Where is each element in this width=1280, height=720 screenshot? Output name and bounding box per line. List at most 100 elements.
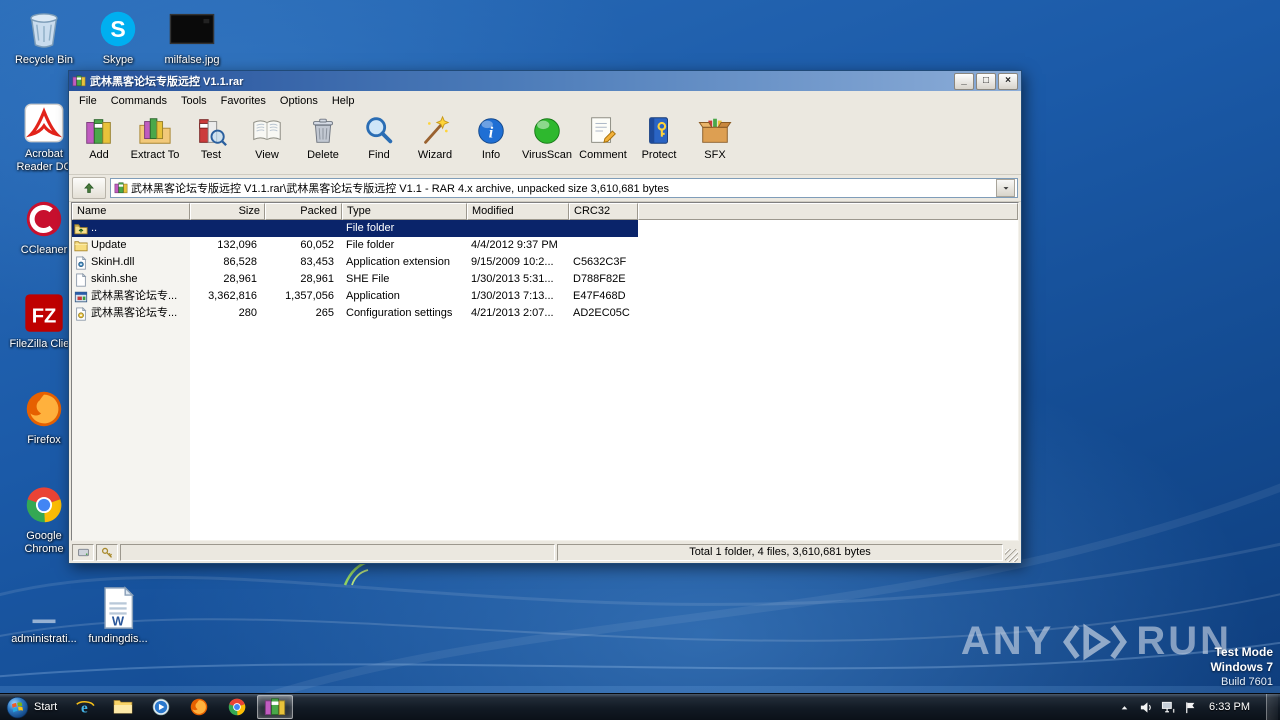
start-button[interactable]: Start — [0, 694, 66, 720]
firefox-icon — [21, 386, 67, 432]
window-minimize-button[interactable]: _ — [954, 72, 974, 90]
taskbar-button-media-player[interactable] — [143, 695, 179, 719]
taskbar: Start e 6:33 PM — [0, 693, 1280, 720]
toolbar-virusscan-button[interactable]: VirusScan — [519, 112, 575, 161]
tray-action-center-icon[interactable] — [1183, 700, 1198, 715]
key-icon — [96, 543, 118, 561]
menu-tools[interactable]: Tools — [174, 93, 214, 109]
filezilla-icon: FZ — [21, 290, 67, 336]
image-black-icon — [169, 6, 215, 52]
file-name: SkinH.dll — [91, 256, 135, 268]
toolbar-wizard-button[interactable]: Wizard — [407, 112, 463, 161]
tray-hidden-icons-icon[interactable] — [1117, 700, 1132, 715]
toolbar-view-button[interactable]: View — [239, 112, 295, 161]
toolbar-find-button[interactable]: Find — [351, 112, 407, 161]
anyrun-watermark: ANY RUN — [961, 619, 1232, 664]
test-mode-label: Test Mode Windows 7 Build 7601 — [1210, 645, 1273, 689]
taskbar-clock[interactable]: 6:33 PM — [1205, 701, 1259, 713]
ie-icon: e — [74, 696, 96, 718]
menu-options[interactable]: Options — [273, 93, 325, 109]
taskbar-button-internet-explorer[interactable]: e — [67, 695, 103, 719]
address-bar: 武林黑客论坛专版远控 V1.1.rar\武林黑客论坛专版远控 V1.1 - RA… — [69, 175, 1021, 202]
file-row-1[interactable]: Update 132,096 60,052 File folder 4/4/2012 9… — [72, 237, 638, 254]
ccleaner-icon — [21, 196, 67, 242]
tray-volume-icon[interactable] — [1139, 700, 1154, 715]
file-row-5[interactable]: 武林黑客论坛专... 280 265 Configuration settings 4/… — [72, 305, 638, 322]
taskbar-button-winrar[interactable] — [257, 695, 294, 719]
window-close-button[interactable]: × — [998, 72, 1018, 90]
wizard-icon — [418, 114, 452, 148]
toolbar-comment-button[interactable]: Comment — [575, 112, 631, 161]
desktop-icon-label: fundingdis... — [88, 633, 148, 645]
desktop-icon-word-doc[interactable]: Wfundingdis... — [82, 585, 154, 646]
desktop-icon-skype[interactable]: S Skype — [82, 6, 154, 67]
toolbar-delete-button[interactable]: Delete — [295, 112, 351, 161]
file-name: skinh.she — [91, 273, 138, 285]
column-header-packed[interactable]: Packed — [265, 203, 342, 220]
test-mode-line: Test Mode — [1214, 645, 1273, 659]
svg-text:W: W — [112, 613, 125, 628]
file-row-4[interactable]: 武林黑客论坛专... 3,362,816 1,357,056 Application 1… — [72, 288, 638, 305]
file-row-2[interactable]: SkinH.dll 86,528 83,453 Application extensi… — [72, 254, 638, 271]
file-name: 武林黑客论坛专... — [91, 307, 178, 319]
status-total-panel: Total 1 folder, 4 files, 3,610,681 bytes — [557, 543, 1003, 561]
file-icon — [74, 272, 88, 287]
file-row-0[interactable]: .. File folder — [72, 220, 638, 237]
window-titlebar[interactable]: 武林黑客论坛专版远控 V1.1.rar _ □ × — [69, 71, 1021, 91]
desktop-icon-label: administrati... — [11, 633, 77, 645]
add-icon — [82, 114, 116, 148]
toolbar-add-button[interactable]: Add — [71, 112, 127, 161]
chrome-icon — [226, 696, 248, 718]
find-icon — [362, 114, 396, 148]
up-one-level-button[interactable] — [72, 177, 106, 199]
desktop-icon-label: Skype — [102, 54, 134, 66]
file-name: Update — [91, 239, 127, 251]
taskbar-button-firefox[interactable] — [181, 695, 217, 719]
toolbar-protect-button[interactable]: Protect — [631, 112, 687, 161]
status-icons — [72, 543, 118, 561]
address-combo[interactable]: 武林黑客论坛专版远控 V1.1.rar\武林黑客论坛专版远控 V1.1 - RA… — [110, 178, 1018, 198]
menu-bar: File Commands Tools Favorites Options Help — [69, 91, 1021, 110]
dll-icon — [74, 255, 88, 270]
anyrun-logo-icon — [1062, 620, 1128, 664]
system-tray: 6:33 PM — [1117, 694, 1280, 720]
menu-commands[interactable]: Commands — [104, 93, 174, 109]
column-header-name[interactable]: Name — [72, 203, 190, 220]
menu-favorites[interactable]: Favorites — [214, 93, 273, 109]
delete-icon — [306, 114, 340, 148]
column-header-type[interactable]: Type — [342, 203, 467, 220]
desktop-icon-ghost-file[interactable]: administrati... — [8, 585, 80, 646]
media-icon — [150, 696, 172, 718]
column-header-modified[interactable]: Modified — [467, 203, 569, 220]
sfx-icon — [698, 114, 732, 148]
window-maximize-button[interactable]: □ — [976, 72, 996, 90]
build-line: Build 7601 — [1221, 676, 1273, 688]
toolbar-info-button[interactable]: i Info — [463, 112, 519, 161]
winrar-archive-icon — [72, 74, 86, 88]
taskbar-button-chrome[interactable] — [219, 695, 255, 719]
taskbar-buttons: e — [66, 694, 294, 720]
address-dropdown-button[interactable] — [996, 179, 1015, 197]
file-row-3[interactable]: skinh.she 28,961 28,961 SHE File 1/30/2013 5… — [72, 271, 638, 288]
file-list-body[interactable]: .. File folder Update 132,096 60,052 File fol… — [72, 220, 1018, 540]
toolbar-extract-to-button[interactable]: Extract To — [127, 112, 183, 161]
folder-icon — [74, 239, 88, 253]
toolbar-test-button[interactable]: Test — [183, 112, 239, 161]
toolbar-sfx-button[interactable]: SFX — [687, 112, 743, 161]
menu-file[interactable]: File — [72, 93, 104, 109]
desktop-icon-image-black[interactable]: milfalse.jpg — [156, 6, 228, 67]
menu-help[interactable]: Help — [325, 93, 362, 109]
column-header-size[interactable]: Size — [190, 203, 265, 220]
desktop-icon-recycle-bin[interactable]: Recycle Bin — [8, 6, 80, 67]
explorer-icon — [112, 696, 134, 718]
tray-network-icon[interactable] — [1161, 700, 1176, 715]
taskbar-button-windows-explorer[interactable] — [105, 695, 141, 719]
show-desktop-button[interactable] — [1266, 694, 1278, 720]
virusscan-icon — [530, 114, 564, 148]
resize-grip[interactable] — [1005, 549, 1018, 562]
file-name: .. — [91, 222, 98, 234]
svg-text:S: S — [110, 16, 125, 42]
chrome-icon — [21, 482, 67, 528]
acrobat-icon — [21, 100, 67, 146]
column-header-crc32[interactable]: CRC32 — [569, 203, 638, 220]
